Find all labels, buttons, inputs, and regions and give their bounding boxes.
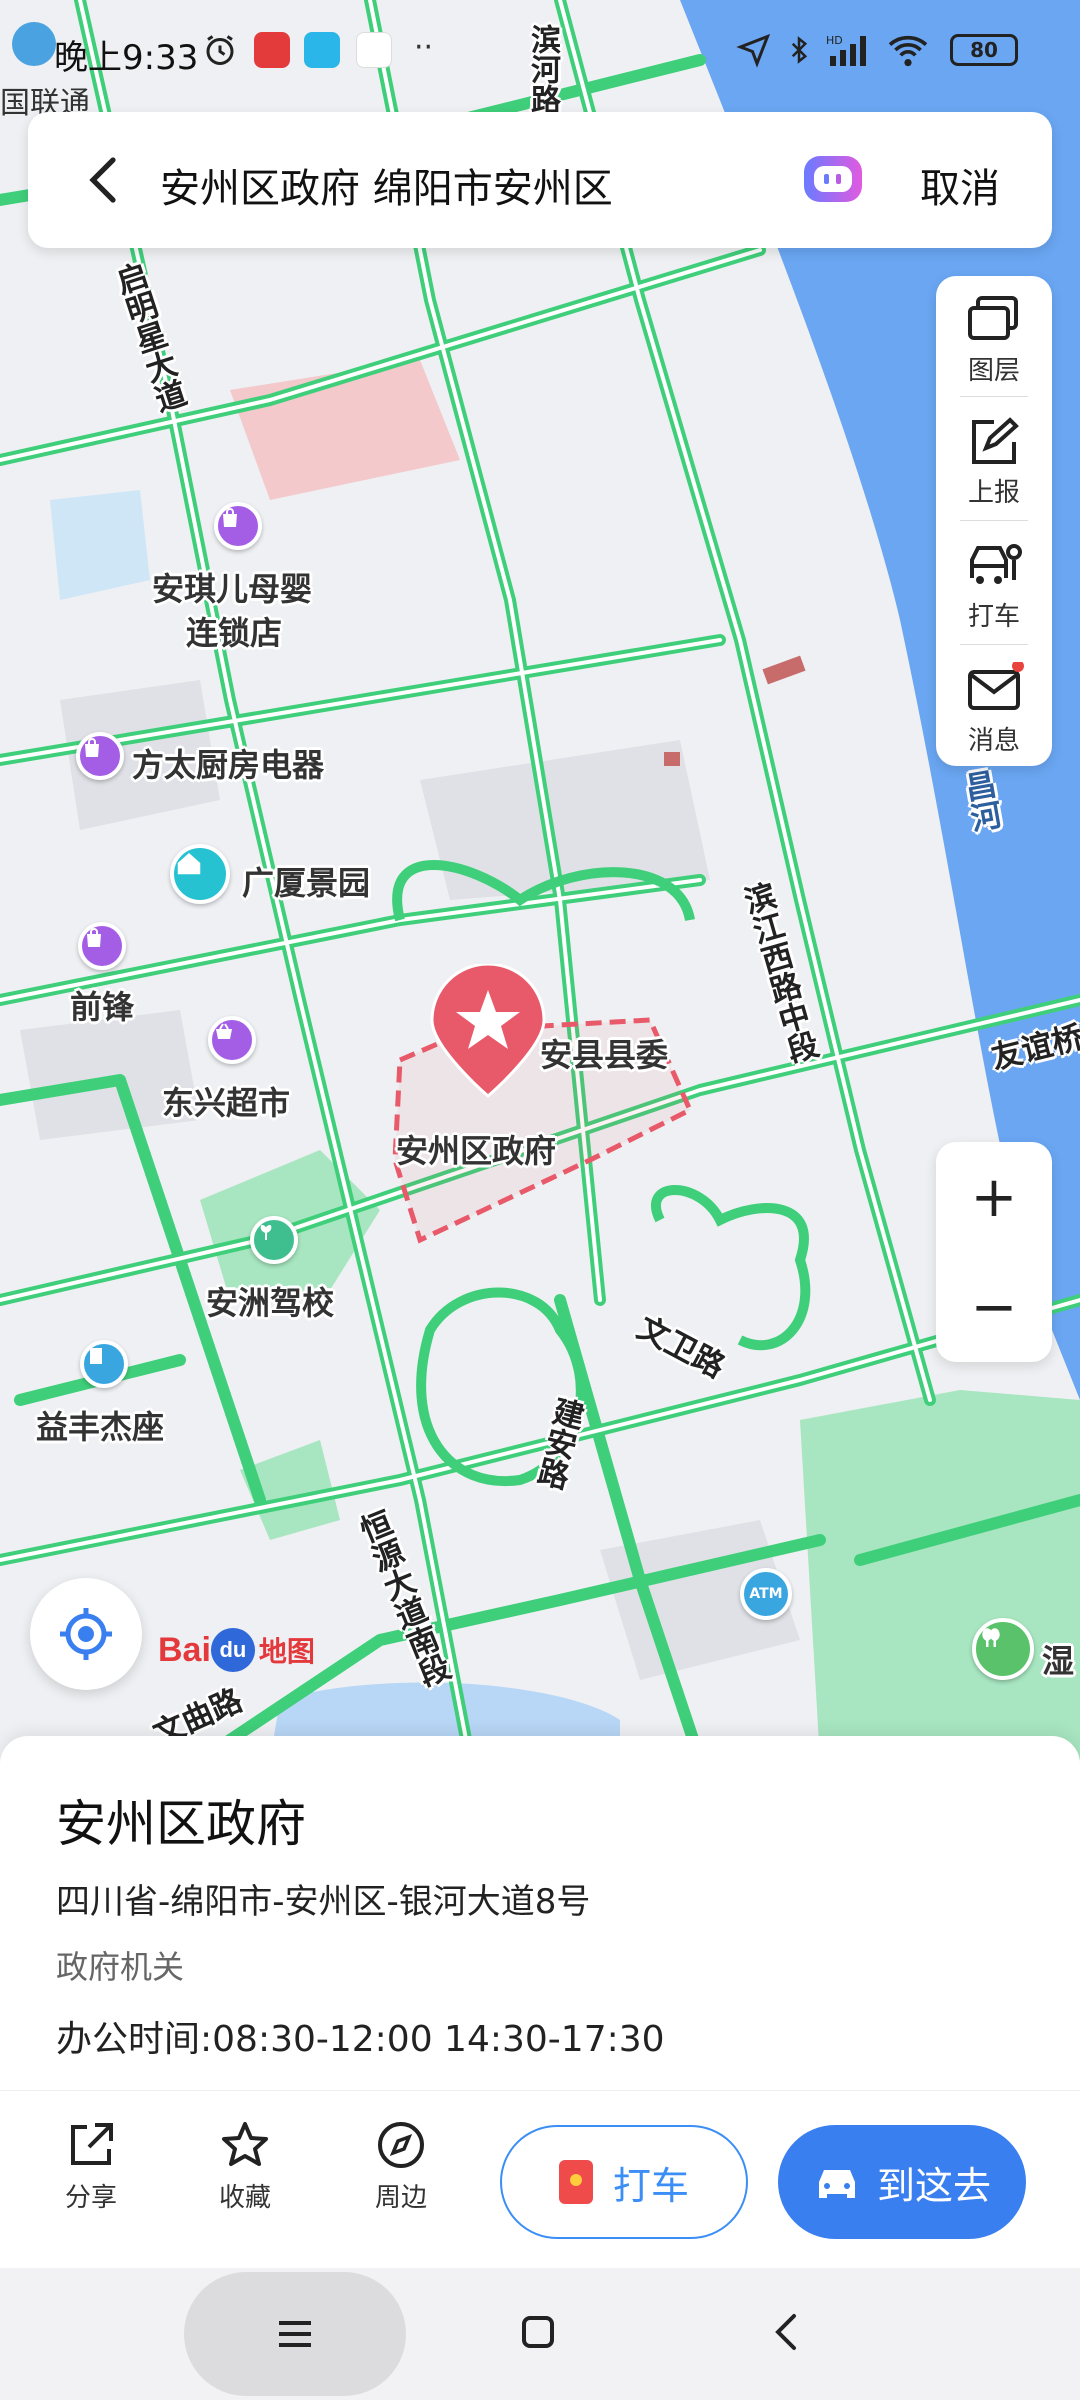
battery-level: 80 (970, 38, 998, 62)
tool-layers[interactable]: 图层 (936, 276, 1052, 396)
poi-label-anqier-2[interactable]: 连锁店 (186, 608, 282, 654)
tool-taxi[interactable]: 打车 (936, 522, 1052, 642)
taxi-red-envelope-icon (558, 2160, 593, 2204)
goto-label: 到这去 (876, 2163, 991, 2208)
bluetooth-icon (791, 36, 808, 64)
tool-taxi-label: 打车 (967, 602, 1020, 632)
baidu-paw-icon: du (210, 1628, 255, 1672)
cancel-button[interactable]: 取消 (920, 156, 1000, 214)
car-icon (818, 2170, 855, 2198)
crosshair-icon (60, 1608, 112, 1660)
search-query[interactable]: 安州区政府 绵阳市安州区 (160, 156, 613, 214)
shopping-poi-icon[interactable] (76, 732, 124, 780)
tool-divider (960, 396, 1028, 397)
baidu-map-logo: Bai du 地图 (158, 1628, 315, 1672)
map-base (0, 0, 1080, 1760)
residence-poi-icon[interactable] (170, 844, 230, 904)
nav-back-icon[interactable] (772, 2312, 802, 2352)
zoom-out-button[interactable]: − (936, 1252, 1052, 1362)
zoom-controls: + − (936, 1142, 1052, 1362)
message-icon (968, 662, 1024, 710)
nearby-button[interactable]: 周边 (346, 2119, 456, 2214)
map-tool-panel: 图层 上报 打车 消息 (936, 276, 1052, 766)
alarm-icon (206, 35, 234, 65)
shopping-poi-icon[interactable] (214, 502, 262, 550)
svg-text:HD: HD (826, 34, 843, 47)
tool-divider (960, 644, 1028, 645)
status-bar: 晚上9:33 国联通 ·· HD 80 (0, 0, 1080, 121)
poi-label-anzhou-school[interactable]: 安洲驾校 (206, 1278, 334, 1324)
tool-divider (960, 520, 1028, 521)
poi-label-anxian[interactable]: 安县县委 (540, 1030, 668, 1076)
share-button[interactable]: 分享 (36, 2119, 146, 2214)
place-category: 政府机关 (56, 1948, 185, 1986)
share-icon (71, 2123, 113, 2165)
tool-message[interactable]: 消息 (936, 646, 1052, 766)
place-name: 安州区政府 (56, 1795, 306, 1853)
star-outline-icon (222, 2122, 268, 2166)
wetland-poi-icon[interactable] (972, 1618, 1034, 1680)
baidu-map-logo-text: 地图 (258, 1635, 315, 1668)
goto-button[interactable]: 到这去 (778, 2125, 1026, 2239)
favorite-label: 收藏 (218, 2183, 271, 2213)
building-poi-icon[interactable] (80, 1340, 128, 1388)
taxi-label: 打车 (612, 2163, 689, 2208)
netease-music-icon (254, 32, 290, 68)
action-bar: 分享 收藏 周边 打车 到这去 (0, 2090, 1080, 2268)
tool-message-label: 消息 (967, 726, 1020, 756)
supermarket-poi-icon[interactable] (208, 1016, 256, 1064)
taxi-icon (970, 544, 1022, 584)
battery-icon: 80 (950, 34, 1018, 66)
favorite-button[interactable]: 收藏 (190, 2119, 300, 2214)
layers-icon (968, 296, 1018, 340)
back-arrow-icon[interactable] (80, 152, 130, 208)
government-marker[interactable] (428, 964, 548, 1100)
nearby-label: 周边 (374, 2183, 427, 2213)
map-canvas[interactable]: 安琪儿母婴 连锁店 方太厨房电器 广厦景园 前锋 东兴超市 安洲驾校 益丰杰座 … (0, 0, 1080, 1760)
compass-icon (378, 2122, 424, 2168)
wifi-icon (888, 35, 928, 67)
place-info-card[interactable]: 安州区政府 四川省-绵阳市-安州区-银河大道8号 政府机关 办公时间:08:30… (0, 1736, 1080, 2090)
poi-label-anqier[interactable]: 安琪儿母婴 (152, 564, 312, 610)
poi-label-government[interactable]: 安州区政府 (396, 1126, 556, 1172)
home-square-icon[interactable] (520, 2314, 556, 2350)
status-time: 晚上9:33 (54, 38, 199, 78)
atm-poi-icon[interactable]: ATM (740, 1568, 792, 1620)
place-address: 四川省-绵阳市-安州区-银河大道8号 (56, 1882, 591, 1922)
tool-report[interactable]: 上报 (936, 398, 1052, 518)
poi-label-guangxia[interactable]: 广厦景园 (242, 858, 370, 904)
zoom-in-button[interactable]: + (936, 1142, 1052, 1252)
poi-label-fangtai[interactable]: 方太厨房电器 (132, 740, 324, 786)
poi-label-qianfeng[interactable]: 前锋 (70, 982, 134, 1028)
system-nav-bar (0, 2268, 1080, 2400)
place-hours: 办公时间:08:30-12:00 14:30-17:30 (56, 2019, 665, 2060)
poi-label-shi[interactable]: 湿 (1042, 1636, 1074, 1682)
share-label: 分享 (64, 2183, 117, 2213)
report-icon (972, 417, 1019, 464)
locate-me-button[interactable] (30, 1578, 142, 1690)
send-icon (304, 32, 340, 68)
tool-report-label: 上报 (967, 478, 1020, 508)
search-bar[interactable]: 安州区政府 绵阳市安州区 取消 (28, 112, 1052, 248)
more-dots-icon: ·· (414, 30, 434, 65)
poi-label-dongxing[interactable]: 东兴超市 (162, 1078, 290, 1124)
nav-menu-button[interactable] (184, 2272, 406, 2396)
atm-label: ATM (749, 1586, 783, 1602)
baidu-map-icon (356, 32, 392, 68)
school-poi-icon[interactable] (250, 1216, 298, 1264)
shopping-poi-icon[interactable] (78, 922, 126, 970)
poi-label-yifeng[interactable]: 益丰杰座 (36, 1402, 164, 1448)
hd-signal-icon: HD (826, 34, 866, 66)
location-arrow-icon (736, 33, 771, 68)
app-icon (12, 22, 56, 66)
taxi-button[interactable]: 打车 (500, 2125, 748, 2239)
menu-icon (279, 2321, 311, 2347)
ai-assistant-icon[interactable] (800, 150, 866, 208)
tool-layers-label: 图层 (967, 356, 1020, 386)
